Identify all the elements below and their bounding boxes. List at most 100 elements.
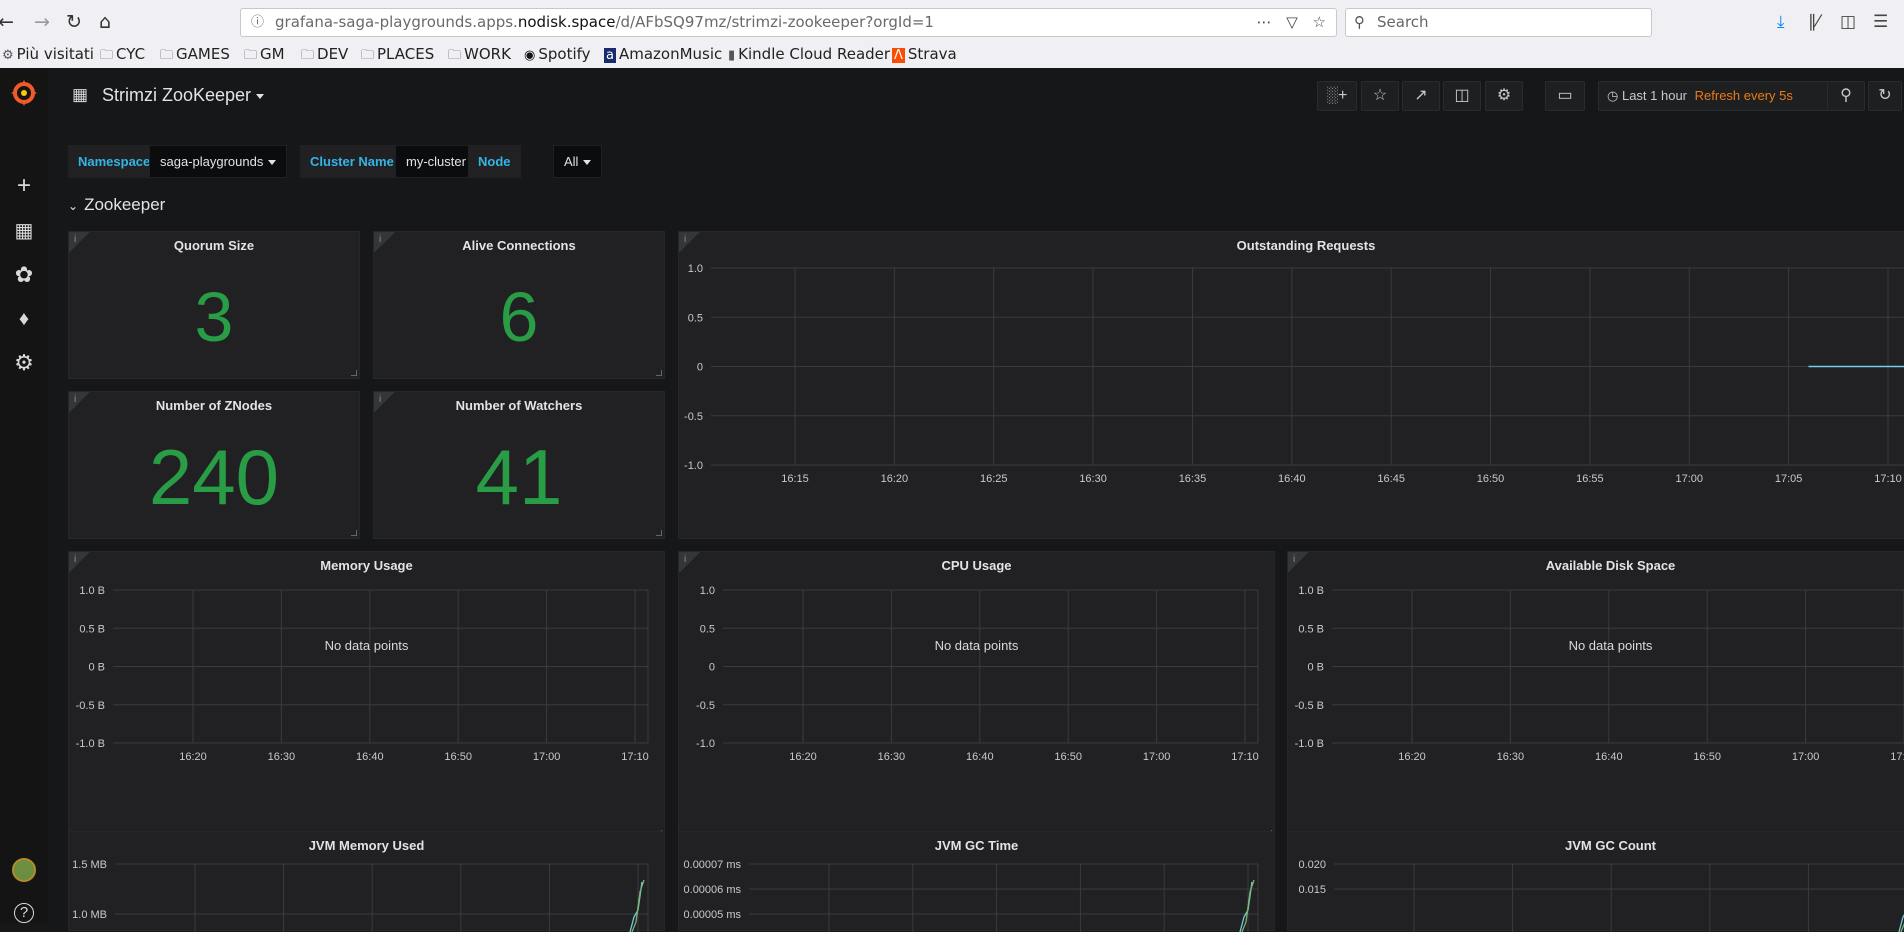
zoom-out-button[interactable]: ⚲ [1827,81,1865,111]
folder-icon: 🗀 [301,48,315,63]
x-tick-label: 17:10 [1890,751,1904,763]
settings-button[interactable]: ⚙ [1485,81,1523,111]
save-button[interactable]: ◫ [1443,81,1481,111]
graph-panel-jvm-gc-count: JVM GC Count 0.020 0.015 [1287,831,1904,932]
variable-label-namespace: Namespace [68,145,161,178]
resize-handle[interactable] [351,370,357,376]
bookmark-star-icon[interactable]: ☆ [1313,13,1326,31]
bookmark-folder-gm[interactable]: 🗀 GM [244,45,285,68]
panel-title[interactable]: Alive Connections [374,238,664,253]
chevron-down-icon [256,93,265,99]
save-icon: ◫ [1454,87,1470,104]
x-tick-label: 16:45 [1377,473,1405,485]
strava-icon: Λ [892,48,905,63]
x-tick-label: 16:30 [878,751,906,763]
menu-icon[interactable]: ☰ [1873,12,1888,32]
configuration-gear-icon[interactable]: ⚙ [6,348,42,378]
x-tick-label: 16:50 [444,751,472,763]
resize-handle[interactable] [656,530,662,536]
library-icon[interactable]: ∥⁄ [1808,12,1819,32]
x-tick-label: 17:00 [533,751,561,763]
jvm-gc-count-chart: 0.020 0.015 [1298,859,1904,932]
y-tick-label: 0 [697,362,703,374]
bookmark-folder-games[interactable]: 🗀 GAMES [160,45,230,68]
graph-panel-outstanding-requests: i Outstanding Requests 1.0 0.5 0 -0.5 -1.0 16… [678,231,1904,562]
explore-compass-icon[interactable]: ✿ [6,260,42,290]
page-actions-icon[interactable]: ⋯ [1256,13,1271,31]
x-tick-label: 17:10 [1231,751,1259,763]
bookmark-kindle[interactable]: ▮ Kindle Cloud Reader [728,45,890,63]
grafana-logo-icon[interactable] [6,78,42,108]
variable-select-node[interactable]: All [553,145,603,178]
sidebar-icon[interactable]: ◫ [1840,12,1856,32]
bookmarks-bar: ⚙ Più visitati 🗀 CYC 🗀 GAMES 🗀 GM 🗀 DEV 🗀 PLAC… [0,43,1904,68]
dashboards-icon[interactable]: ▦ [6,216,42,246]
panel-title[interactable]: Number of Watchers [374,398,664,413]
y-tick-label: -0.5 B [1295,700,1324,712]
bookmark-folder-dev[interactable]: 🗀 DEV [301,45,348,68]
back-icon[interactable]: ← [0,10,18,34]
bookmark-amazonmusic[interactable]: a AmazonMusic [604,45,722,63]
y-tick-label: 1.0 [700,585,715,597]
search-placeholder: Search [1377,13,1429,31]
resize-handle[interactable] [351,530,357,536]
tv-mode-button[interactable]: ▭ [1545,81,1585,111]
variable-label-node: Node [468,145,521,178]
y-tick-label: 1.5 MB [72,859,107,871]
no-data-message: No data points [1568,638,1653,653]
pocket-icon[interactable]: ▽ [1286,13,1298,31]
row-header[interactable]: ⌄ Zookeeper [68,195,165,215]
time-picker[interactable]: ◷ Last 1 hour Refresh every 5s [1598,81,1843,111]
spotify-icon: ◉ [524,48,536,63]
url-bar[interactable]: ⓘ grafana-saga-playgrounds.apps.nodisk.s… [240,8,1337,37]
x-tick-label: 16:20 [789,751,817,763]
download-icon[interactable]: ⤓ [1777,12,1785,32]
x-tick-label: 16:15 [781,473,809,485]
stat-value: 3 [194,278,234,356]
x-tick-label: 16:20 [1398,751,1426,763]
y-tick-label: 0.00006 ms [684,884,742,896]
amazon-music-icon: a [604,48,616,63]
bookmark-strava[interactable]: Λ Strava [892,45,957,63]
variable-select-namespace[interactable]: saga-playgrounds [149,145,288,178]
graph-panel-jvm-memory-used: JVM Memory Used 1.5 MB 1.0 MB [68,831,665,932]
bookmark-folder-cyc[interactable]: 🗀 CYC [100,45,145,68]
bookmark-folder-work[interactable]: 🗀 WORK [448,45,511,68]
panel-title[interactable]: Number of ZNodes [69,398,359,413]
site-info-icon[interactable]: ⓘ [251,9,264,36]
y-tick-label: 1.0 B [79,585,105,597]
search-icon: ⚲ [1354,13,1365,31]
forward-icon[interactable]: → [30,10,54,34]
bookmark-folder-places[interactable]: 🗀 PLACES [361,45,434,68]
y-tick-label: 0 B [1307,662,1324,674]
x-tick-label: 17:10 [1874,473,1902,485]
create-plus-icon[interactable]: + [6,171,42,201]
alerting-bell-icon[interactable]: ♦ [6,304,42,334]
star-icon: ☆ [1372,87,1388,104]
x-tick-label: 16:20 [881,473,909,485]
panel-title[interactable]: Quorum Size [69,238,359,253]
user-avatar[interactable] [6,855,42,885]
folder-icon: 🗀 [100,48,114,63]
bookmark-spotify[interactable]: ◉ Spotify [524,45,591,63]
side-menu: + ▦ ✿ ♦ ⚙ ? [0,68,48,923]
home-icon[interactable]: ⌂ [93,10,117,34]
help-icon[interactable]: ? [6,898,42,928]
x-tick-label: 16:40 [356,751,384,763]
jvm-memory-used-chart: 1.5 MB 1.0 MB [72,859,649,932]
reload-icon[interactable]: ↻ [62,10,86,34]
dashboard-title[interactable]: Strimzi ZooKeeper [102,85,265,106]
available-disk-space-chart: 1.0 B 0.5 B 0 B -0.5 B -1.0 B 16:20 16:30 16:40… [1295,585,1904,763]
refresh-icon: ↻ [1878,87,1892,104]
star-button[interactable]: ☆ [1361,81,1399,111]
dashboard-navbar: ▦ Strimzi ZooKeeper ░+ ☆ ↗ ◫ ⚙ ▭ ◷ Last … [48,68,1904,120]
y-tick-label: 0.020 [1298,859,1326,871]
add-panel-button[interactable]: ░+ [1317,81,1357,111]
x-tick-label: 16:40 [1278,473,1306,485]
bookmark-most-visited[interactable]: ⚙ Più visitati [2,45,94,63]
resize-handle[interactable] [656,370,662,376]
share-button[interactable]: ↗ [1402,81,1440,111]
x-tick-label: 16:50 [1693,751,1721,763]
search-input[interactable]: ⚲ Search [1345,8,1652,37]
refresh-button[interactable]: ↻ [1868,81,1902,111]
